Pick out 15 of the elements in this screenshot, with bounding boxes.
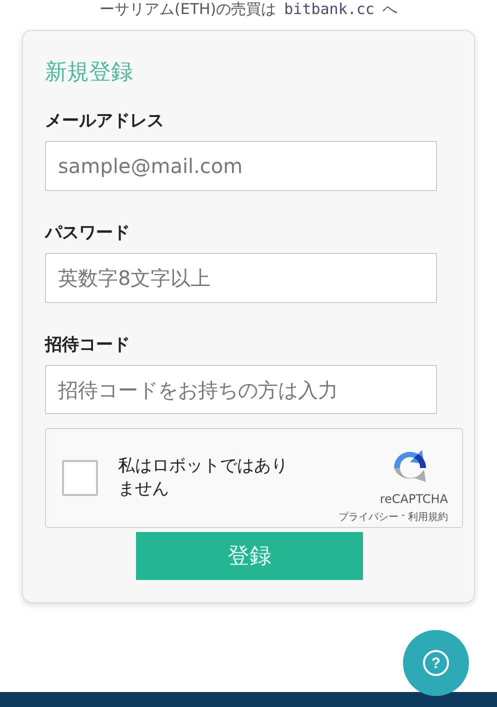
input-field[interactable]: 招待コードをお持ちの方は入力	[45, 364, 437, 414]
field-label: 招待コード	[45, 334, 131, 356]
field-label: パスワード	[45, 222, 131, 244]
input-field[interactable]: 英数字8文字以上	[45, 252, 437, 303]
captcha-checkbox[interactable]	[62, 460, 98, 496]
promo-text: ーサリアム(ETH)の売買は bitbank.cc へ	[98, 0, 398, 20]
captcha-label: 私はロボットではありません	[118, 455, 289, 502]
captcha-brand: reCAPTCHA	[380, 492, 448, 506]
privacy-link[interactable]: プライバシー	[338, 510, 398, 524]
link-separator: -	[401, 510, 405, 524]
input-field[interactable]: sample@mail.com	[45, 141, 437, 191]
terms-link[interactable]: 利用規約	[408, 510, 448, 524]
site-link[interactable]: bitbank.cc	[284, 0, 374, 18]
form-title: 新規登録	[45, 59, 134, 87]
field-label: メールアドレス	[45, 110, 165, 132]
